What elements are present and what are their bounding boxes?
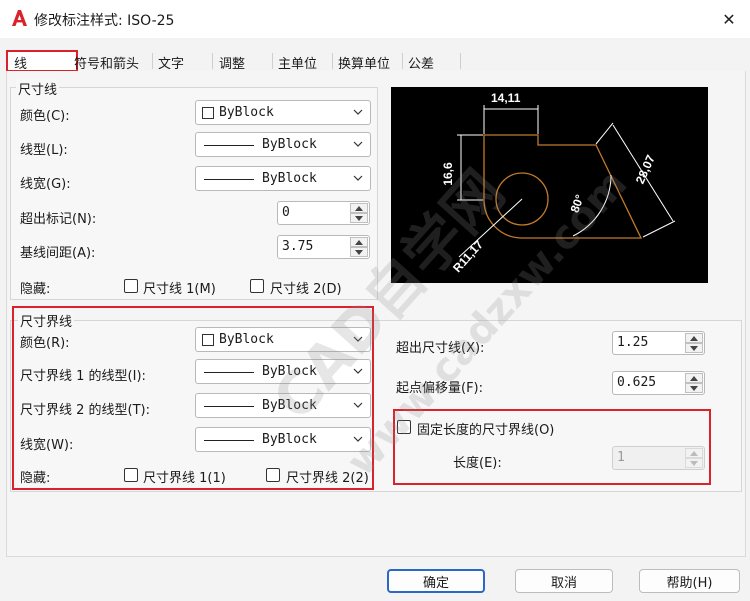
ext-lineweight-label: 线宽(W): (20, 438, 74, 453)
dim-color-combo[interactable]: ByBlock (195, 100, 371, 125)
dim-lineweight-combo[interactable]: ByBlock (195, 166, 371, 191)
offset-label: 起点偏移量(F): (396, 381, 484, 396)
suppress-dim2-label[interactable]: 尺寸线 2(D) (270, 278, 342, 297)
ext-suppress-label: 隐藏: (20, 471, 51, 486)
color-swatch (202, 107, 214, 119)
tab-separator (402, 53, 403, 69)
length-label: 长度(E): (453, 456, 502, 471)
spin-arrows-icon[interactable] (350, 203, 368, 223)
ext-lineweight-combo[interactable]: ByBlock (195, 427, 371, 452)
ext-color-combo[interactable]: ByBlock (195, 327, 371, 352)
suppress-dim1-checkbox[interactable] (124, 279, 138, 293)
preview-dim-left: 16,6 (441, 162, 455, 186)
tab-separator (272, 53, 273, 69)
preview-dim-angle: 80° (568, 193, 587, 215)
suppress-ext1-label[interactable]: 尺寸界线 1(1) (143, 467, 226, 486)
chevron-down-icon (353, 109, 363, 115)
chevron-down-icon (353, 175, 363, 181)
tab-primary-units[interactable]: 主单位 (278, 51, 317, 72)
dim-linetype-combo[interactable]: ByBlock (195, 132, 371, 157)
extension-lines-title: 尺寸界线 (18, 311, 75, 330)
preview-dim-right: 28,07 (633, 153, 658, 186)
baseline-spacing-value: 3.75 (282, 239, 314, 254)
tab-lines[interactable]: 线 (14, 51, 27, 72)
tab-symbols-arrows[interactable]: 符号和箭头 (74, 51, 139, 72)
color-swatch (202, 334, 214, 346)
window-title: 修改标注样式: ISO-25 (34, 13, 175, 29)
spin-arrows-icon[interactable] (685, 333, 703, 353)
ext2-linetype-combo[interactable]: ByBlock (195, 393, 371, 418)
ext-color-label: 颜色(R): (20, 336, 70, 351)
line-sample (204, 179, 254, 180)
fixed-length-checkbox[interactable] (397, 420, 411, 434)
autocad-logo-icon (12, 10, 27, 26)
ext1-linetype-label: 尺寸界线 1 的线型(I): (20, 369, 146, 384)
tab-separator (152, 53, 153, 69)
extend-beyond-input[interactable]: 1.25 (612, 331, 705, 355)
cancel-button[interactable]: 取消 (515, 569, 613, 593)
dim-lineweight-label: 线宽(G): (20, 177, 71, 192)
dim-suppress-label: 隐藏: (20, 282, 51, 297)
dim-linetype-value: ByBlock (262, 137, 317, 152)
chevron-down-icon (353, 402, 363, 408)
offset-value: 0.625 (617, 375, 657, 390)
suppress-ext2-checkbox[interactable] (266, 468, 280, 482)
extend-beyond-value: 1.25 (617, 335, 649, 350)
line-sample (204, 440, 254, 441)
line-sample (204, 372, 254, 373)
tab-alternate-units[interactable]: 换算单位 (338, 51, 390, 72)
line-sample (204, 406, 254, 407)
ext2-linetype-value: ByBlock (262, 398, 317, 413)
tab-fit[interactable]: 调整 (219, 51, 245, 72)
suppress-dim1-label[interactable]: 尺寸线 1(M) (143, 278, 216, 297)
ext-lineweight-value: ByBlock (262, 432, 317, 447)
preview-drawing: 14,11 16,6 28,07 80° R11,17 (441, 91, 676, 275)
extend-beyond-label: 超出尺寸线(X): (396, 341, 485, 356)
length-value: 1 (617, 450, 625, 465)
suppress-ext2-label[interactable]: 尺寸界线 2(2) (286, 467, 369, 486)
preview-canvas: 14,11 16,6 28,07 80° R11,17 (391, 87, 708, 283)
ext1-linetype-combo[interactable]: ByBlock (195, 359, 371, 384)
dim-color-value: ByBlock (219, 105, 274, 120)
preview-dim-top: 14,11 (491, 91, 521, 105)
extend-ticks-label: 超出标记(N): (20, 212, 97, 227)
baseline-spacing-input[interactable]: 3.75 (277, 235, 370, 259)
line-sample (204, 145, 254, 146)
fixed-length-label[interactable]: 固定长度的尺寸界线(O) (417, 419, 554, 438)
tab-separator (212, 53, 213, 69)
dimension-lines-title: 尺寸线 (16, 79, 60, 98)
dim-lineweight-value: ByBlock (262, 171, 317, 186)
dim-color-label: 颜色(C): (20, 109, 70, 124)
chevron-down-icon (353, 436, 363, 442)
ok-button[interactable]: 确定 (387, 569, 485, 593)
spin-arrows-icon[interactable] (685, 373, 703, 393)
tab-text[interactable]: 文字 (158, 51, 184, 72)
suppress-dim2-checkbox[interactable] (250, 279, 264, 293)
ext1-linetype-value: ByBlock (262, 364, 317, 379)
close-button[interactable]: ✕ (712, 4, 746, 34)
ext2-linetype-label: 尺寸界线 2 的线型(T): (20, 403, 151, 418)
tab-tolerances[interactable]: 公差 (408, 51, 434, 72)
ext-color-value: ByBlock (219, 332, 274, 347)
chevron-down-icon (353, 141, 363, 147)
tab-separator (332, 53, 333, 69)
suppress-ext1-checkbox[interactable] (124, 468, 138, 482)
help-button[interactable]: 帮助(H) (639, 569, 740, 593)
length-input[interactable]: 1 (612, 446, 705, 470)
tab-separator (460, 53, 461, 69)
preview-dim-radius: R11,17 (450, 237, 486, 275)
spin-arrows-icon[interactable] (685, 448, 703, 468)
offset-input[interactable]: 0.625 (612, 371, 705, 395)
extend-ticks-input[interactable]: 0 (277, 201, 370, 225)
baseline-spacing-label: 基线间距(A): (20, 246, 96, 261)
dim-linetype-label: 线型(L): (20, 143, 68, 158)
close-icon: ✕ (722, 9, 736, 29)
spin-arrows-icon[interactable] (350, 237, 368, 257)
extend-ticks-value: 0 (282, 205, 290, 220)
chevron-down-icon (353, 336, 363, 342)
chevron-down-icon (353, 368, 363, 374)
